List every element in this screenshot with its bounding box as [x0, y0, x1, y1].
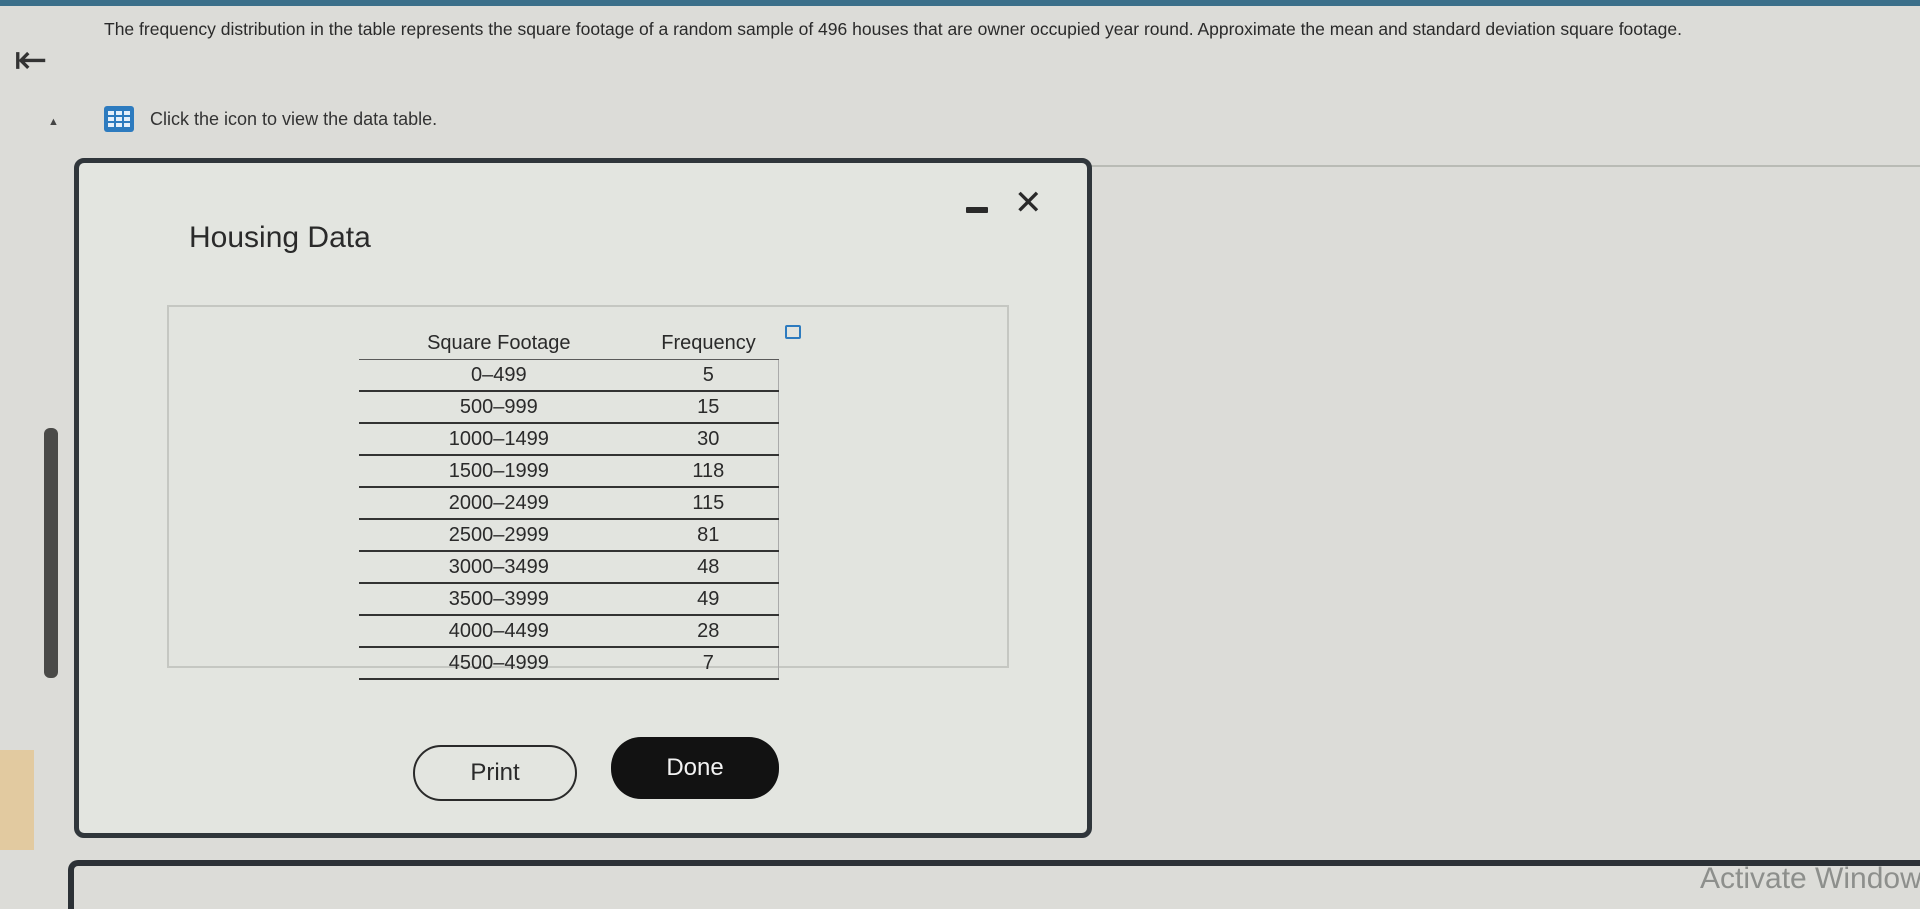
frequency-cell: 115: [638, 487, 779, 520]
frequency-cell: 49: [638, 583, 779, 616]
range-cell: 2000–2499: [359, 487, 639, 520]
data-table-prompt: Click the icon to view the data table.: [104, 104, 437, 134]
range-cell: 3500–3999: [359, 583, 639, 616]
done-button[interactable]: Done: [611, 737, 779, 799]
table-row: 3500–3999 49: [359, 583, 779, 616]
frequency-cell: 30: [638, 423, 779, 456]
back-arrow-icon[interactable]: ⇤: [14, 40, 48, 80]
table-row: 3000–3499 48: [359, 551, 779, 584]
table-row: 2500–2999 81: [359, 519, 779, 552]
frequency-cell: 81: [638, 519, 779, 552]
table-row: 0–499 5: [359, 359, 779, 392]
print-button[interactable]: Print: [413, 745, 577, 801]
frequency-cell: 7: [638, 647, 779, 680]
column-header-square-footage: Square Footage: [359, 319, 639, 360]
frequency-cell: 28: [638, 615, 779, 648]
range-cell: 0–499: [359, 359, 639, 392]
table-row: 2000–2499 115: [359, 487, 779, 520]
column-header-frequency: Frequency: [638, 319, 779, 360]
table-row: 1500–1999 118: [359, 455, 779, 488]
table-row: 1000–1499 30: [359, 423, 779, 456]
left-scroll-indicator[interactable]: [44, 428, 58, 678]
activate-windows-watermark: Activate Window: [1700, 862, 1920, 895]
left-edge-panel: [0, 750, 34, 850]
top-strip: [0, 0, 1920, 6]
copy-icon[interactable]: [785, 325, 801, 339]
range-cell: 4500–4999: [359, 647, 639, 680]
frequency-cell: 15: [638, 391, 779, 424]
close-icon[interactable]: ✕: [1014, 183, 1043, 223]
range-cell: 1500–1999: [359, 455, 639, 488]
frequency-cell: 48: [638, 551, 779, 584]
collapse-caret-icon[interactable]: ▲: [48, 116, 59, 128]
housing-data-dialog: Housing Data ✕ ⇱ Square Footage Frequenc…: [74, 158, 1092, 838]
table-row: 4000–4499 28: [359, 615, 779, 648]
table-row: 500–999 15: [359, 391, 779, 424]
dialog-title: Housing Data: [189, 221, 371, 254]
range-cell: 1000–1499: [359, 423, 639, 456]
minimize-icon[interactable]: [966, 207, 988, 213]
range-cell: 500–999: [359, 391, 639, 424]
range-cell: 3000–3499: [359, 551, 639, 584]
range-cell: 4000–4499: [359, 615, 639, 648]
background-window-frame: [68, 860, 1920, 909]
table-row: 4500–4999 7: [359, 647, 779, 680]
data-table-prompt-text: Click the icon to view the data table.: [150, 108, 438, 129]
range-cell: 2500–2999: [359, 519, 639, 552]
table-icon[interactable]: [104, 106, 134, 132]
question-text: The frequency distribution in the table …: [104, 19, 1682, 39]
frequency-cell: 118: [638, 455, 779, 488]
frequency-cell: 5: [638, 359, 779, 392]
frequency-table: Square Footage Frequency 0–499 5 500–999 1…: [359, 319, 779, 680]
divider: [1060, 165, 1920, 167]
